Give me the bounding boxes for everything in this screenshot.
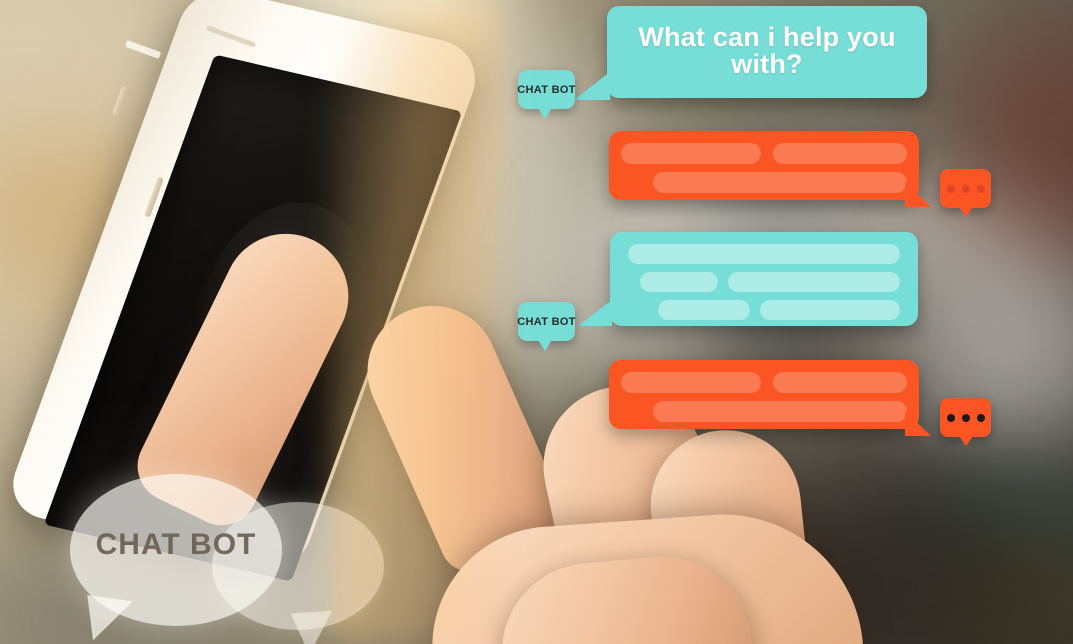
message-3-tail-icon bbox=[578, 300, 612, 326]
message-3-bar-4 bbox=[658, 300, 750, 320]
message-1-text: What can i help you with? bbox=[638, 21, 896, 79]
typing-dot-icon bbox=[961, 413, 970, 422]
message-2-bar-2 bbox=[773, 143, 907, 164]
message-bubble-4[interactable] bbox=[609, 360, 919, 429]
message-2-bar-1 bbox=[621, 143, 761, 164]
message-3-bar-2 bbox=[640, 272, 718, 292]
typing-dot-icon bbox=[976, 413, 985, 422]
message-3-bar-5 bbox=[760, 300, 900, 320]
typing-indicator-1-tail-icon bbox=[958, 207, 973, 217]
message-2-bar-3 bbox=[653, 172, 907, 193]
message-3-bar-3 bbox=[728, 272, 900, 292]
phone-mute-switch bbox=[112, 85, 128, 117]
chat-bot-tag-1: CHAT BOT bbox=[517, 70, 576, 119]
typing-indicator-2-dots bbox=[940, 398, 991, 437]
typing-indicator-2-tail-icon bbox=[958, 436, 973, 446]
message-bubble-3[interactable] bbox=[610, 232, 918, 326]
typing-indicator-1 bbox=[940, 169, 991, 217]
typing-indicator-1-dots bbox=[940, 169, 991, 208]
message-2-tail-icon bbox=[905, 182, 931, 207]
chatbot-hero-image: What can i help you with? CHAT BOT CHAT … bbox=[0, 0, 1073, 644]
message-4-bar-2 bbox=[773, 372, 907, 393]
logo-front-bubble-tail-icon bbox=[81, 595, 133, 644]
chat-bot-tag-1-tail-icon bbox=[538, 108, 552, 119]
typing-dot-icon bbox=[946, 184, 955, 193]
message-3-bar-1 bbox=[628, 244, 900, 264]
chat-bot-tag-1-label: CHAT BOT bbox=[517, 83, 576, 96]
message-bubble-1[interactable]: What can i help you with? bbox=[607, 6, 927, 98]
logo-text: CHAT BOT bbox=[95, 528, 257, 561]
phone-antenna-band bbox=[124, 40, 162, 59]
typing-dot-icon bbox=[976, 184, 985, 193]
typing-indicator-2 bbox=[940, 398, 991, 446]
message-4-tail-icon bbox=[905, 411, 931, 436]
message-bubble-2[interactable] bbox=[609, 131, 919, 200]
message-4-bar-3 bbox=[653, 401, 907, 422]
chat-bot-logo: CHAT BOT bbox=[60, 470, 384, 644]
typing-dot-icon bbox=[961, 184, 970, 193]
message-4-bar-1 bbox=[621, 372, 761, 393]
logo-back-bubble-tail-icon bbox=[290, 610, 336, 644]
typing-dot-icon bbox=[946, 413, 955, 422]
chat-bot-tag-2: CHAT BOT bbox=[517, 302, 576, 351]
message-1-tail-icon bbox=[574, 72, 610, 100]
chat-bot-tag-2-label: CHAT BOT bbox=[517, 315, 576, 328]
chat-bot-tag-2-tail-icon bbox=[538, 340, 552, 351]
